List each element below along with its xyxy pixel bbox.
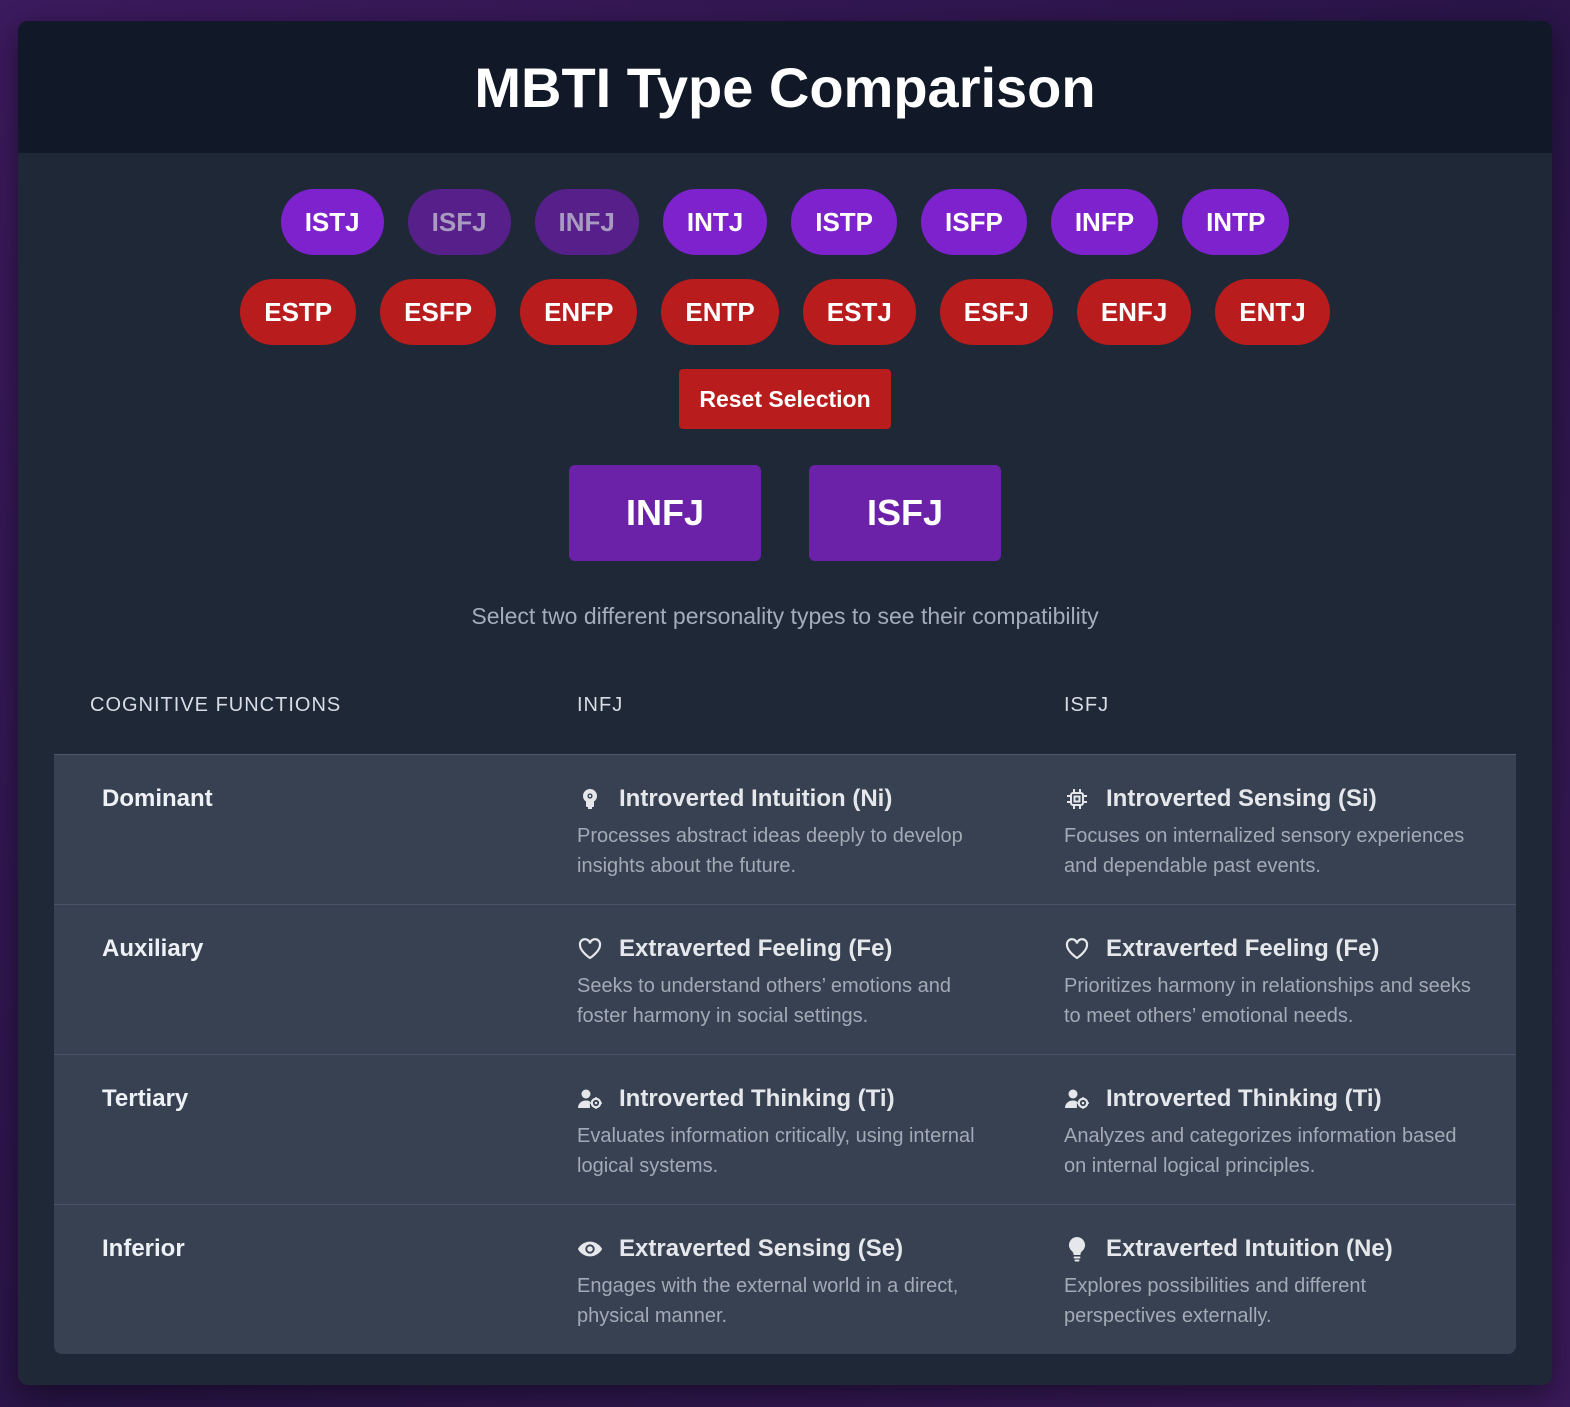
type-button-entj[interactable]: ENTJ — [1215, 279, 1330, 345]
function-cell: Introverted Sensing (Si) Focuses on inte… — [1028, 755, 1516, 904]
type-button-esfp[interactable]: ESFP — [380, 279, 497, 345]
header-type-a: INFJ — [577, 694, 624, 716]
type-button-enfp[interactable]: ENFP — [520, 279, 638, 345]
type-button-isfp[interactable]: ISFP — [921, 189, 1027, 255]
user-gear-icon — [1064, 1086, 1090, 1112]
function-name: Extraverted Feeling (Fe) — [1106, 935, 1380, 962]
introverted-type-row: ISTJ ISFJ INFJ INTJ ISTP ISFP INFP INTP — [18, 189, 1552, 255]
table-row: Inferior Extraverted Sensing (Se) Engage… — [54, 1204, 1516, 1354]
function-name: Introverted Thinking (Ti) — [1106, 1085, 1382, 1112]
type-button-estp[interactable]: ESTP — [240, 279, 357, 345]
type-button-istp[interactable]: ISTP — [791, 189, 898, 255]
table-header: Cognitive Functions INFJ ISFJ — [54, 692, 1516, 754]
function-description: Explores possibilities and different per… — [1064, 1275, 1367, 1327]
extraverted-type-row: ESTP ESFP ENFP ENTP ESTJ ESFJ ENFJ ENTJ — [18, 279, 1552, 345]
function-name: Extraverted Intuition (Ne) — [1106, 1235, 1393, 1262]
selected-type-second[interactable]: ISFJ — [809, 465, 1001, 561]
selected-type-first[interactable]: INFJ — [569, 465, 761, 561]
function-cell: Introverted Thinking (Ti) Evaluates info… — [541, 1055, 1028, 1204]
function-position: Tertiary — [102, 1085, 189, 1112]
function-description: Analyzes and categorizes information bas… — [1064, 1125, 1457, 1177]
function-position: Inferior — [102, 1235, 185, 1262]
function-description: Prioritizes harmony in relationships and… — [1064, 975, 1471, 1027]
function-description: Processes abstract ideas deeply to devel… — [577, 825, 963, 877]
brain-icon — [577, 786, 603, 812]
heart-icon — [1064, 936, 1090, 962]
function-position: Auxiliary — [102, 935, 204, 962]
type-button-isfj[interactable]: ISFJ — [407, 189, 511, 255]
type-button-intp[interactable]: INTP — [1182, 189, 1290, 255]
type-button-infp[interactable]: INFP — [1050, 189, 1159, 255]
type-button-infj[interactable]: INFJ — [534, 189, 639, 255]
function-cell: Extraverted Feeling (Fe) Prioritizes har… — [1028, 905, 1516, 1054]
function-description: Evaluates information critically, using … — [577, 1125, 975, 1177]
compatibility-hint: Select two different personality types t… — [471, 603, 1099, 629]
chip-icon — [1064, 786, 1090, 812]
header: MBTI Type Comparison — [18, 21, 1552, 153]
table-row: Tertiary Introverted Thinking (Ti) Evalu… — [54, 1054, 1516, 1204]
selected-types: INFJ ISFJ — [18, 465, 1552, 561]
function-cell: Extraverted Sensing (Se) Engages with th… — [541, 1205, 1028, 1354]
comparison-card: MBTI Type Comparison ISTJ ISFJ INFJ INTJ… — [18, 21, 1552, 1385]
function-description: Focuses on internalized sensory experien… — [1064, 825, 1465, 877]
functions-table: Dominant Introverted Intuition (Ni) Proc… — [54, 754, 1516, 1354]
type-button-enfj[interactable]: ENFJ — [1076, 279, 1192, 345]
heart-icon — [577, 936, 603, 962]
type-button-entp[interactable]: ENTP — [661, 279, 779, 345]
function-name: Introverted Thinking (Ti) — [619, 1085, 895, 1112]
eye-icon — [577, 1236, 603, 1262]
table-row: Dominant Introverted Intuition (Ni) Proc… — [54, 754, 1516, 904]
function-cell: Introverted Intuition (Ni) Processes abs… — [541, 755, 1028, 904]
type-button-esfj[interactable]: ESFJ — [939, 279, 1053, 345]
page-title: MBTI Type Comparison — [474, 55, 1096, 119]
function-cell: Extraverted Intuition (Ne) Explores poss… — [1028, 1205, 1516, 1354]
header-type-b: ISFJ — [1064, 694, 1110, 716]
function-description: Seeks to understand others’ emotions and… — [577, 975, 951, 1027]
function-name: Extraverted Feeling (Fe) — [619, 935, 893, 962]
type-button-estj[interactable]: ESTJ — [802, 279, 916, 345]
function-cell: Extraverted Feeling (Fe) Seeks to unders… — [541, 905, 1028, 1054]
function-description: Engages with the external world in a dir… — [577, 1275, 959, 1327]
table-row: Auxiliary Extraverted Feeling (Fe) Seeks… — [54, 904, 1516, 1054]
function-name: Introverted Sensing (Si) — [1106, 785, 1377, 812]
type-button-intj[interactable]: INTJ — [662, 189, 768, 255]
reset-selection-button[interactable]: Reset Selection — [679, 369, 891, 429]
type-button-istj[interactable]: ISTJ — [280, 189, 384, 255]
function-name: Introverted Intuition (Ni) — [619, 785, 893, 812]
function-name: Extraverted Sensing (Se) — [619, 1235, 904, 1262]
function-position: Dominant — [102, 785, 213, 812]
header-cognitive-functions: Cognitive Functions — [90, 694, 342, 716]
lightbulb-icon — [1064, 1236, 1090, 1262]
user-gear-icon — [577, 1086, 603, 1112]
function-cell: Introverted Thinking (Ti) Analyzes and c… — [1028, 1055, 1516, 1204]
